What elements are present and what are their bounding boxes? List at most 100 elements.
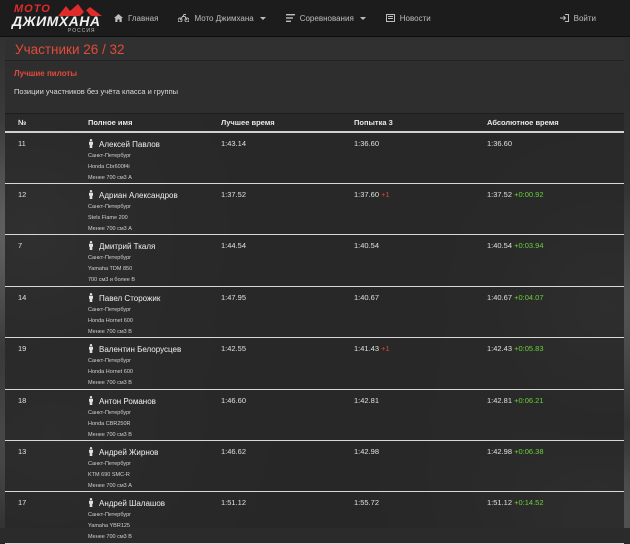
row-number: 7 xyxy=(5,234,88,287)
login-link[interactable]: Войти xyxy=(559,0,596,36)
nav-home[interactable]: Главная xyxy=(114,0,158,36)
results-table: № Полное имя Лучшее время Попытка 3 Абсо… xyxy=(5,114,624,544)
filter-list-icon xyxy=(285,14,295,22)
attempt-time: 1:41.43 xyxy=(354,344,380,354)
absolute-cell: 1:40.54 +0:03.94 xyxy=(487,234,624,287)
logo-main-text: ДЖИМХАНА xyxy=(12,13,101,29)
participant-name-line[interactable]: Андрей Жирнов xyxy=(88,446,221,458)
participant-city: Санкт-Петербург xyxy=(88,255,132,262)
participant-class: Менее 700 см3 A xyxy=(88,482,132,489)
participant-city: Санкт-Петербург xyxy=(88,204,132,210)
absolute-time: 1:36.60 xyxy=(487,139,513,148)
participant-name: Андрей Жирнов xyxy=(99,447,159,457)
table-row: 17 Андрей Шалашов Санкт-Петербург Yamaha YB… xyxy=(5,491,624,544)
nav-moto-dropdown[interactable]: Мото Джимхана xyxy=(178,0,266,36)
home-icon xyxy=(114,14,123,22)
table-row: 12 Адриан Александров Санкт-Петербург Stels… xyxy=(5,183,624,236)
participant-name: Дмитрий Ткаля xyxy=(99,242,156,252)
participant-name-line[interactable]: Дмитрий Ткаля xyxy=(88,241,221,252)
time-gap: +0:00.92 xyxy=(514,190,544,199)
site-logo[interactable]: МОТО ДЖИМХАНА РОССИЯ xyxy=(12,3,104,34)
participant-city: Санкт-Петербург xyxy=(88,306,132,313)
nav-home-label: Главная xyxy=(128,13,159,23)
absolute-cell: 1:40.67 +0:04.07 xyxy=(487,286,624,339)
nav-moto-label: Мото Джимхана xyxy=(194,13,254,23)
attempt-time: 1:40.54 xyxy=(354,241,380,251)
table-row: 13 Андрей Жирнов Санкт-Петербург KTM 690 SM… xyxy=(5,440,624,493)
attempt-cell: 1:36.60 xyxy=(354,132,487,184)
person-icon xyxy=(88,190,94,201)
participant-city: Санкт-Петербург xyxy=(88,409,132,416)
participant-name-line[interactable]: Адриан Александров xyxy=(88,190,221,201)
participant-bike: Honda Hornet 600 xyxy=(88,317,133,324)
participant-class: Менее 700 см3 B xyxy=(88,380,132,387)
time-gap: +0:14.52 xyxy=(514,498,544,508)
row-number: 11 xyxy=(5,132,88,184)
column-header-best[interactable]: Лучшее время xyxy=(221,114,354,133)
newspaper-icon xyxy=(385,14,395,22)
participant-bike: Yamaha TDM 850 xyxy=(88,266,133,273)
table-row: 14 Павел Сторожик Санкт-Петербург Honda Hor… xyxy=(5,286,624,339)
page-title: Участники 26 / 32 xyxy=(15,41,125,57)
table-row: 11 Алексей Павлов Санкт-Петербург Honda Cbr… xyxy=(5,132,624,184)
column-header-name[interactable]: Полное имя xyxy=(88,114,221,133)
participant-class: Менее 700 см3 A xyxy=(88,226,132,232)
participant-name: Андрей Шалашов xyxy=(99,499,166,509)
time-gap: +0:06.38 xyxy=(514,446,544,456)
column-header-num[interactable]: № xyxy=(5,114,88,133)
participant-name-line[interactable]: Алексей Павлов xyxy=(88,139,221,150)
absolute-time: 1:40.54 xyxy=(487,241,513,251)
attempt-time: 1:42.81 xyxy=(354,395,380,405)
absolute-time: 1:42.98 xyxy=(487,446,513,456)
absolute-cell: 1:42.98 +0:06.38 xyxy=(487,440,624,493)
participant-name-line[interactable]: Антон Романов xyxy=(88,395,221,407)
participant-class: Менее 700 см3 B xyxy=(88,328,132,335)
best-time: 1:42.55 xyxy=(221,337,354,390)
chevron-down-icon xyxy=(359,16,366,20)
absolute-time: 1:37.52 xyxy=(487,190,513,199)
participant-name: Алексей Павлов xyxy=(99,140,160,149)
participant-bike: Yamaha YBR125 xyxy=(88,523,130,530)
participant-cell: Алексей Павлов Санкт-Петербург Honda Cbr60… xyxy=(88,132,221,184)
participant-name-line[interactable]: Андрей Шалашов xyxy=(88,498,221,509)
time-gap: +0:03.94 xyxy=(514,241,544,251)
absolute-cell: 1:42.43 +0:05.83 xyxy=(487,337,624,390)
attempt-time: 1:42.98 xyxy=(354,446,380,456)
participant-name-line[interactable]: Павел Сторожик xyxy=(88,292,221,304)
participant-cell: Андрей Жирнов Санкт-Петербург KTM 690 SMC-… xyxy=(88,440,221,493)
participant-bike: Stels Flame 200 xyxy=(88,215,128,221)
participant-city: Санкт-Петербург xyxy=(88,153,132,159)
person-icon xyxy=(88,395,94,407)
attempt-cell: 1:42.98 xyxy=(354,440,487,493)
participant-class: Менее 700 см3 A xyxy=(88,175,132,181)
attempt-time: 1:40.67 xyxy=(354,292,380,302)
column-header-attempt[interactable]: Попытка 3 xyxy=(354,114,487,133)
table-row: 7 Дмитрий Ткаля Санкт-Петербург Yamaha TDM … xyxy=(5,234,624,287)
logo-sub-text: РОССИЯ xyxy=(68,28,96,34)
best-time: 1:46.60 xyxy=(221,389,354,441)
participant-name-line[interactable]: Валентин Белорусцев xyxy=(88,344,221,355)
time-gap: +0:05.83 xyxy=(514,344,544,354)
column-header-absolute[interactable]: Абсолютное время xyxy=(487,114,624,133)
attempt-cell: 1:55.72 xyxy=(354,491,487,544)
best-time: 1:47.95 xyxy=(221,286,354,339)
absolute-time: 1:40.67 xyxy=(487,292,513,302)
table-header-row: № Полное имя Лучшее время Попытка 3 Абсо… xyxy=(5,114,624,133)
participant-name: Павел Сторожик xyxy=(99,293,161,303)
nav-competitions-dropdown[interactable]: Соревнования xyxy=(285,0,366,36)
nav-news[interactable]: Новости xyxy=(385,0,431,36)
participant-class: Менее 700 см3 B xyxy=(88,431,132,438)
participant-name: Антон Романов xyxy=(99,396,156,406)
section-header: Лучшие пилоты Позиции участников без учё… xyxy=(5,61,624,114)
participant-cell: Адриан Александров Санкт-Петербург Stels F… xyxy=(88,183,221,236)
participant-city: Санкт-Петербург xyxy=(88,358,132,365)
participant-city: Санкт-Петербург xyxy=(88,512,132,519)
penalty-badge: +1 xyxy=(381,190,390,199)
nav-news-label: Новости xyxy=(399,13,431,23)
best-time: 1:43.14 xyxy=(221,132,354,184)
attempt-cell: 1:41.43 +1 xyxy=(354,337,487,390)
participant-cell: Валентин Белорусцев Санкт-Петербург Honda … xyxy=(88,337,221,390)
participant-name: Валентин Белорусцев xyxy=(99,345,182,355)
attempt-time: 1:37.60 xyxy=(354,190,380,199)
person-icon xyxy=(88,498,94,509)
